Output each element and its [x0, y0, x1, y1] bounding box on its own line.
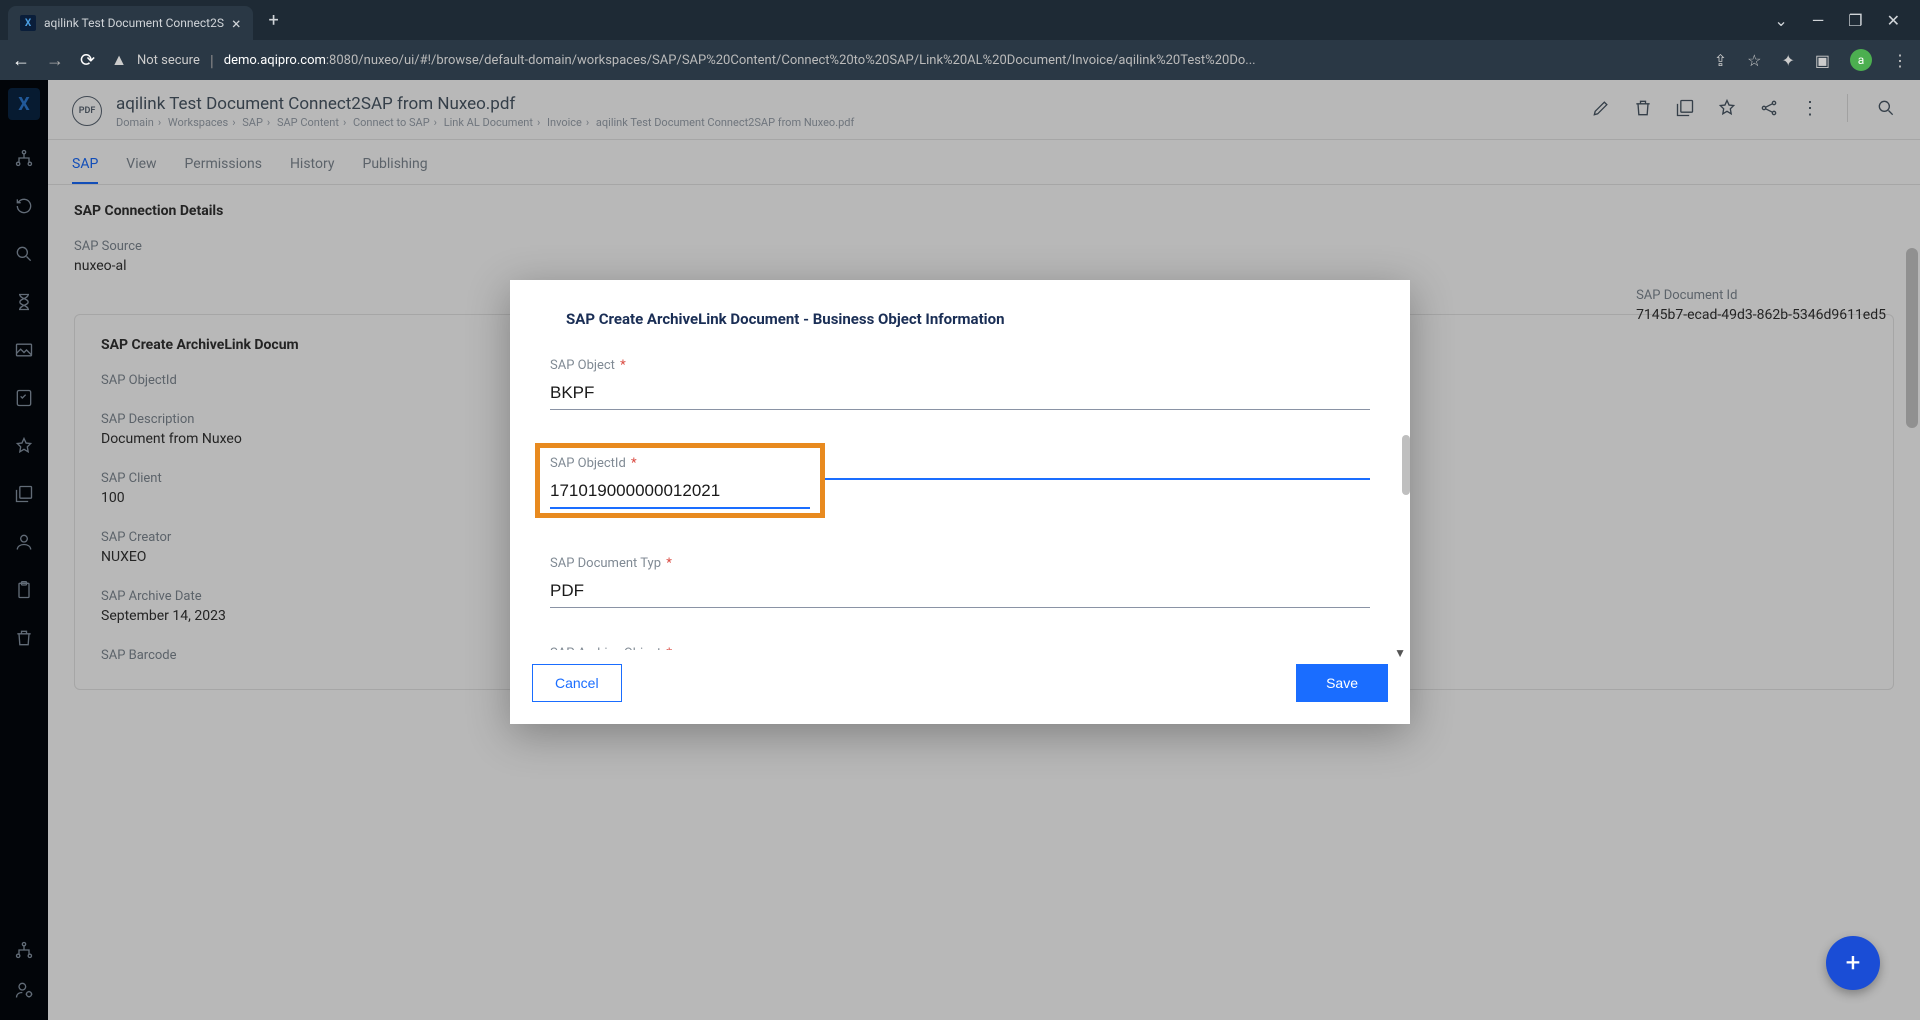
sap-source-label: SAP Source	[74, 239, 274, 254]
save-button[interactable]: Save	[1296, 664, 1388, 702]
favorite-icon[interactable]	[1717, 98, 1737, 118]
app-sidebar: X	[0, 80, 48, 1020]
image-icon[interactable]	[14, 340, 34, 360]
window-controls: ⌄ ― ❐ ✕	[1774, 11, 1920, 30]
address-bar[interactable]: ▲ Not secure | demo.aqipro.com:8080/nuxe…	[111, 50, 1698, 70]
reload-button[interactable]: ⟳	[80, 50, 95, 71]
pdf-icon: PDF	[72, 96, 102, 126]
document-title: aqilink Test Document Connect2SAP from N…	[116, 94, 1591, 114]
tab-favicon: X	[20, 15, 36, 31]
user-icon[interactable]	[14, 532, 34, 552]
star-icon[interactable]	[14, 436, 34, 456]
user-settings-icon[interactable]	[14, 980, 34, 1000]
tab-sap[interactable]: SAP	[72, 146, 98, 184]
history-icon[interactable]	[14, 196, 34, 216]
browser-tabstrip: X aqilink Test Document Connect2S × + ⌄ …	[0, 0, 1920, 40]
edit-icon[interactable]	[1591, 98, 1611, 118]
kebab-menu-icon[interactable]: ⋮	[1892, 51, 1908, 70]
chevron-down-icon[interactable]: ⌄	[1774, 11, 1787, 30]
minimize-icon[interactable]: ―	[1812, 11, 1825, 30]
sap-doctyp-label: SAP Document Typ *	[550, 556, 1370, 571]
sap-source-value: nuxeo-al	[74, 258, 274, 274]
bookmark-icon[interactable]: ☆	[1747, 51, 1761, 70]
share-icon[interactable]: ⇪	[1714, 51, 1727, 70]
url-text: demo.aqipro.com:8080/nuxeo/ui/#!/browse/…	[224, 53, 1256, 68]
clipboard-icon[interactable]	[14, 580, 34, 600]
sap-doctyp-input[interactable]	[550, 577, 1370, 608]
sap-object-input[interactable]	[550, 379, 1370, 410]
tab-close-icon[interactable]: ×	[232, 14, 241, 33]
highlight-annotation: SAP ObjectId *	[535, 443, 825, 518]
breadcrumb[interactable]: Domain› Workspaces› SAP› SAP Content› Co…	[116, 116, 1591, 129]
section-title: SAP Connection Details	[74, 203, 1894, 219]
card-field-value: September 14, 2023	[101, 608, 301, 624]
browser-toolbar: ← → ⟳ ▲ Not secure | demo.aqipro.com:808…	[0, 40, 1920, 80]
dialog-title: SAP Create ArchiveLink Document - Busine…	[566, 310, 1370, 328]
document-header: PDF aqilink Test Document Connect2SAP fr…	[48, 80, 1920, 140]
not-secure-label: Not secure	[137, 53, 200, 68]
not-secure-icon: ▲	[111, 50, 127, 70]
search-icon[interactable]	[14, 244, 34, 264]
more-icon[interactable]: ⋮	[1801, 98, 1819, 119]
scrollbar-thumb[interactable]	[1906, 248, 1918, 428]
tab-bar: SAP View Permissions History Publishing	[48, 140, 1920, 185]
browser-tab[interactable]: X aqilink Test Document Connect2S ×	[8, 6, 253, 40]
header-search-icon[interactable]	[1876, 98, 1896, 118]
cancel-button[interactable]: Cancel	[532, 664, 622, 702]
new-tab-button[interactable]: +	[269, 10, 279, 31]
profile-avatar[interactable]: a	[1850, 49, 1872, 71]
fab-add-button[interactable]: +	[1826, 936, 1880, 990]
sap-object-label: SAP Object *	[550, 358, 1370, 373]
tab-title: aqilink Test Document Connect2S	[44, 16, 224, 30]
collections-icon[interactable]	[14, 484, 34, 504]
checklist-icon[interactable]	[14, 388, 34, 408]
tree-icon[interactable]	[14, 940, 34, 960]
copy-icon[interactable]	[1675, 98, 1695, 118]
dialog-scrollbar[interactable]	[1402, 435, 1410, 495]
tab-permissions[interactable]: Permissions	[185, 146, 262, 184]
sap-doc-id-field: SAP Document Id 7145b7-ecad-49d3-862b-53…	[1636, 288, 1886, 323]
card-field-label: SAP Archive Date	[101, 589, 301, 604]
share-doc-icon[interactable]	[1759, 98, 1779, 118]
tab-history[interactable]: History	[290, 146, 335, 184]
trash-icon[interactable]	[14, 628, 34, 648]
tab-view[interactable]: View	[126, 146, 156, 184]
app-logo[interactable]: X	[8, 88, 40, 120]
maximize-icon[interactable]: ❐	[1848, 11, 1862, 30]
sidepanel-icon[interactable]: ▣	[1815, 51, 1830, 70]
sitemap-icon[interactable]	[14, 148, 34, 168]
forward-button[interactable]: →	[46, 50, 64, 71]
extensions-icon[interactable]: ✦	[1781, 51, 1794, 70]
hourglass-icon[interactable]	[14, 292, 34, 312]
sap-archiveobj-label: SAP Archive Object *	[550, 646, 1370, 650]
close-window-icon[interactable]: ✕	[1887, 11, 1900, 30]
create-archivelink-dialog: SAP Create ArchiveLink Document - Busine…	[510, 280, 1410, 724]
tab-publishing[interactable]: Publishing	[362, 146, 427, 184]
delete-icon[interactable]	[1633, 98, 1653, 118]
sap-objectid-label: SAP ObjectId *	[550, 456, 810, 471]
scroll-down-icon[interactable]: ▼	[1394, 646, 1406, 660]
sap-objectid-input[interactable]	[550, 477, 810, 509]
back-button[interactable]: ←	[12, 50, 30, 71]
